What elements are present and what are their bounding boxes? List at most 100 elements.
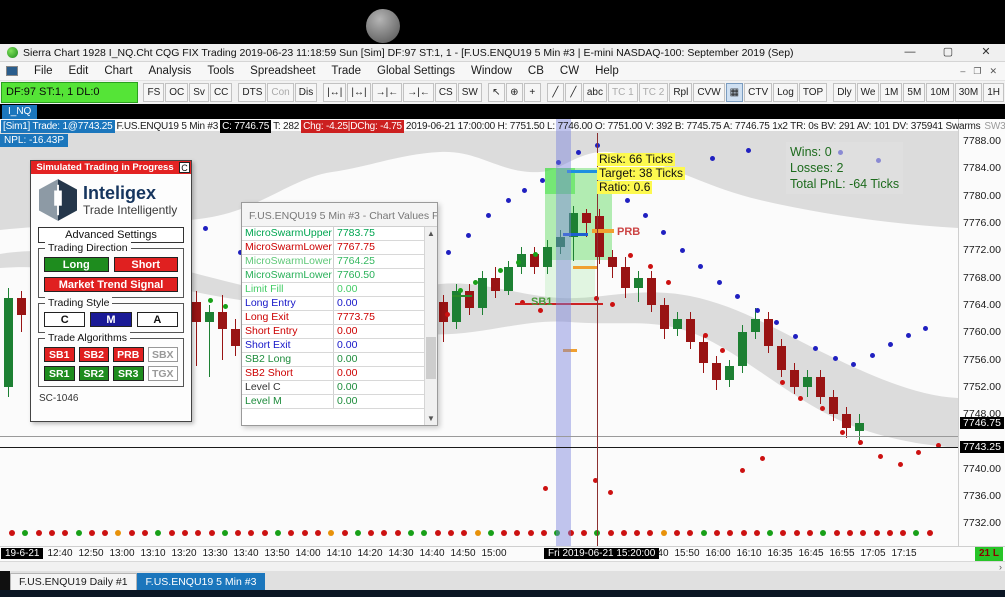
toolbar-button-fs[interactable]: FS xyxy=(143,83,165,102)
toolbar-button-dis[interactable]: Dis xyxy=(294,83,318,102)
toolbar-button-we[interactable]: We xyxy=(856,83,880,102)
panel-collapse-button[interactable]: C xyxy=(179,162,190,173)
chart-values-tool-icon[interactable]: ▦ xyxy=(725,83,744,102)
menu-item-trade[interactable]: Trade xyxy=(323,65,369,77)
mdi-close-icon[interactable]: ✕ xyxy=(989,66,997,77)
trend-dot xyxy=(434,530,441,536)
algo-button-sb1[interactable]: SB1 xyxy=(44,347,75,362)
style-button-c[interactable]: C xyxy=(44,312,86,327)
chart-values-title[interactable]: F.US.ENQU19 5 Min #3 - Chart Values For.… xyxy=(242,203,437,227)
chart-values-row: Level C 0.00 xyxy=(242,381,424,395)
bottom-tab-active[interactable]: F.US.ENQU19 5 Min #3 xyxy=(136,573,266,590)
chart-values-row-label: SB2 Long xyxy=(242,353,334,366)
menu-item-analysis[interactable]: Analysis xyxy=(140,65,199,77)
algo-button-sr3[interactable]: SR3 xyxy=(113,366,144,381)
long-button[interactable]: Long xyxy=(44,257,109,272)
signal-dot xyxy=(870,353,875,358)
candle-body xyxy=(465,291,474,309)
panel-header[interactable]: Simulated Trading in Progress C xyxy=(31,161,191,174)
toolbar-button-top[interactable]: TOP xyxy=(798,83,828,102)
trend-dot xyxy=(474,530,481,536)
menu-item-cb[interactable]: CB xyxy=(520,65,552,77)
toolbar-button-sw[interactable]: SW xyxy=(457,83,482,102)
algo-button-sb2[interactable]: SB2 xyxy=(78,347,109,362)
menu-item-chart[interactable]: Chart xyxy=(96,65,140,77)
signal-dot xyxy=(820,406,825,411)
price-axis[interactable]: 7788.00 7784.00 7780.00 7776.00 7772.00 7768.… xyxy=(958,119,1005,546)
maximize-button[interactable]: ▢ xyxy=(929,45,967,61)
brand-row: Inteligex Trade Intelligently xyxy=(31,174,191,223)
toolbar-button-10m[interactable]: 10M xyxy=(926,83,954,102)
pointer-tool-icon[interactable]: ↖ xyxy=(487,83,505,102)
toolbar-button-1h[interactable]: 1H xyxy=(983,83,1004,102)
menu-items: File Edit Chart Analysis Tools Spreadsheet Tra… xyxy=(26,65,627,77)
menu-item-global-settings[interactable]: Global Settings xyxy=(369,65,463,77)
scrollbar-thumb[interactable] xyxy=(426,337,436,379)
crosshair-vertical-line xyxy=(597,133,598,546)
horizontal-scrollbar[interactable]: › xyxy=(0,561,1005,572)
toolbar-button-cvw[interactable]: CVW xyxy=(693,83,725,102)
minimize-button[interactable]: — xyxy=(891,45,929,61)
algo-button-sbx[interactable]: SBX xyxy=(147,347,178,362)
menu-item-cw[interactable]: CW xyxy=(552,65,587,77)
menu-item-edit[interactable]: Edit xyxy=(61,65,97,77)
mdi-restore-icon[interactable]: ❐ xyxy=(973,66,981,77)
crosshair-tool-icon[interactable]: ⊕ xyxy=(505,83,523,102)
toolbar-button-sv[interactable]: Sv xyxy=(189,83,209,102)
toolbar-button-abc[interactable]: abc xyxy=(582,83,607,102)
menu-item-file[interactable]: File xyxy=(26,65,61,77)
squeeze-bars-left-icon[interactable]: →|← xyxy=(371,83,403,102)
menu-item-tools[interactable]: Tools xyxy=(199,65,242,77)
signal-dot xyxy=(898,462,903,467)
bottom-tab[interactable]: F.US.ENQU19 Daily #1 xyxy=(10,573,137,590)
toolbar-button-tc2: TC 2 xyxy=(638,83,669,102)
menu-item-help[interactable]: Help xyxy=(587,65,627,77)
signal-dot xyxy=(720,348,725,353)
bar-spacing-increase-icon[interactable]: |↔| xyxy=(347,83,371,102)
time-axis[interactable]: 19-6-21 12:40 12:50 13:00 13:10 13:20 13:30 13:… xyxy=(0,546,1005,561)
scroll-down-icon[interactable]: ▼ xyxy=(425,412,437,425)
trend-dot xyxy=(341,530,348,536)
algo-button-sr1[interactable]: SR1 xyxy=(44,366,75,381)
toolbar-button-rpl[interactable]: Rpl xyxy=(669,83,693,102)
toolbar-button-30m[interactable]: 30M xyxy=(954,83,983,102)
style-button-a[interactable]: A xyxy=(136,312,178,327)
algo-button-sr2[interactable]: SR2 xyxy=(78,366,109,381)
toolbar-button-oc[interactable]: OC xyxy=(165,83,189,102)
short-button[interactable]: Short xyxy=(113,257,178,272)
toolbar-button-1m[interactable]: 1M xyxy=(880,83,903,102)
market-trend-signal-button[interactable]: Market Trend Signal xyxy=(44,277,178,292)
toolbar-button-cs[interactable]: CS xyxy=(434,83,457,102)
line-tool-icon[interactable]: ╱ xyxy=(546,83,564,102)
chartbook-tab[interactable]: I_NQ xyxy=(2,105,38,119)
menu-item-window[interactable]: Window xyxy=(463,65,520,77)
toolbar-button-cc[interactable]: CC xyxy=(209,83,233,102)
bar-spacing-decrease-icon[interactable]: |↔| xyxy=(323,83,347,102)
algo-button-prb[interactable]: PRB xyxy=(113,347,144,362)
scroll-up-icon[interactable]: ▲ xyxy=(425,227,437,240)
trend-dot xyxy=(886,530,893,536)
advanced-settings-button[interactable]: Advanced Settings xyxy=(38,227,184,243)
toolbar-button-log[interactable]: Log xyxy=(773,83,798,102)
algo-button-tgx[interactable]: TGX xyxy=(147,366,178,381)
toolbar-button-dts[interactable]: DTS xyxy=(238,83,267,102)
trend-dot xyxy=(580,530,587,536)
close-button[interactable]: ✕ xyxy=(967,45,1005,61)
candle-body xyxy=(491,277,500,292)
menu-item-spreadsheet[interactable]: Spreadsheet xyxy=(242,65,323,77)
toolbar-button-ctv[interactable]: CTV xyxy=(744,83,773,102)
chart-values-row-label: MicroSwarmLower Ag xyxy=(242,269,334,282)
squeeze-bars-right-icon[interactable]: →|← xyxy=(403,83,434,102)
trading-direction-label: Trading Direction xyxy=(45,242,131,254)
toolbar-button-dly[interactable]: Dly xyxy=(833,83,856,102)
chart-values-row-value: 7767.75 xyxy=(337,241,375,253)
signal-dot xyxy=(760,456,765,461)
ray-tool-icon[interactable]: ╱ xyxy=(564,83,582,102)
chart-values-scrollbar[interactable]: ▲ ▼ xyxy=(424,227,437,425)
cross-tool-icon[interactable]: + xyxy=(523,83,541,102)
style-button-m[interactable]: M xyxy=(90,312,132,327)
toolbar-button-5m[interactable]: 5M xyxy=(903,83,926,102)
trend-dot xyxy=(607,530,614,536)
time-tick: 15:00 xyxy=(481,548,507,559)
mdi-minimize-icon[interactable]: – xyxy=(960,66,965,77)
